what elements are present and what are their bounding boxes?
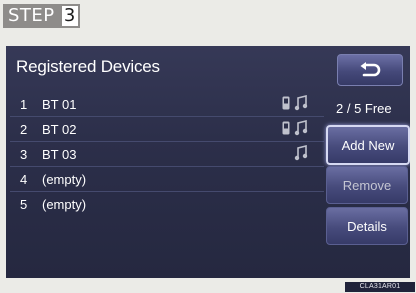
device-name: (empty)	[42, 172, 87, 187]
device-row[interactable]: 5 (empty)	[10, 193, 324, 215]
device-row[interactable]: 3 BT 03	[10, 143, 324, 165]
device-row[interactable]: 2 BT 02	[10, 118, 324, 140]
row-divider	[10, 191, 324, 192]
device-number: 1	[20, 97, 28, 112]
row-divider	[10, 166, 324, 167]
image-code: CLA31AR01	[345, 282, 415, 292]
step-label: STEP	[3, 4, 60, 28]
row-divider	[10, 116, 324, 117]
device-number: 5	[20, 197, 28, 212]
step-indicator: STEP 3	[3, 4, 80, 28]
details-button[interactable]: Details	[326, 207, 408, 245]
phone-icon	[282, 96, 290, 110]
device-number: 2	[20, 122, 28, 137]
row-divider	[10, 141, 324, 142]
music-note-icon	[294, 95, 308, 111]
back-arrow-icon	[360, 62, 381, 77]
device-number: 4	[20, 172, 28, 187]
device-number: 3	[20, 147, 28, 162]
music-note-icon	[294, 145, 308, 161]
free-slots-count: 2 / 5 Free	[336, 101, 392, 116]
device-name: BT 02	[42, 122, 77, 137]
step-number: 3	[59, 4, 80, 28]
registered-devices-screen: Registered Devices 1 BT 01 2 BT 02 3 BT …	[6, 46, 410, 278]
remove-button[interactable]: Remove	[326, 166, 408, 204]
device-row[interactable]: 1 BT 01	[10, 93, 324, 115]
screen-title: Registered Devices	[16, 57, 160, 76]
device-name: BT 01	[42, 97, 77, 112]
device-row[interactable]: 4 (empty)	[10, 168, 324, 190]
add-new-button[interactable]: Add New	[326, 125, 410, 165]
music-note-icon	[294, 120, 308, 136]
back-button[interactable]	[337, 54, 403, 86]
device-name: BT 03	[42, 147, 77, 162]
phone-icon	[282, 121, 290, 135]
device-name: (empty)	[42, 197, 87, 212]
